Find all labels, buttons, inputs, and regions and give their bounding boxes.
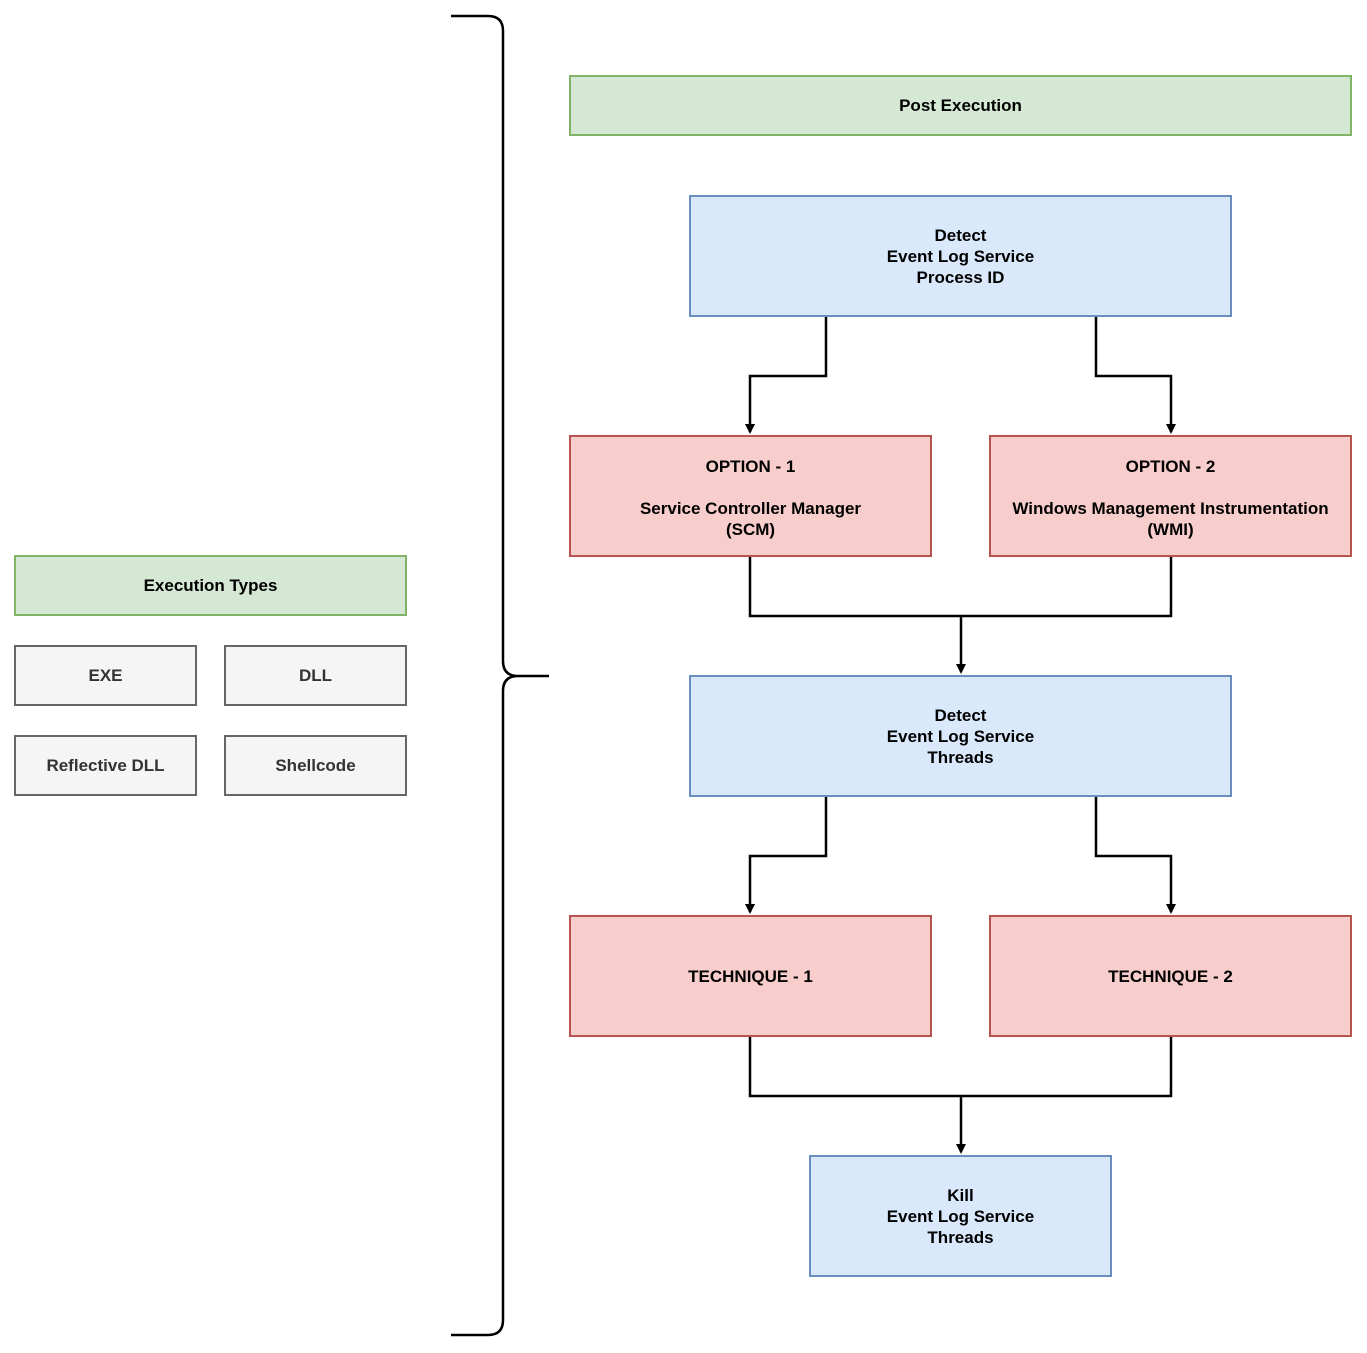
execution-types-header: Execution Types [14, 555, 407, 616]
post-execution-title: Post Execution [899, 96, 1022, 115]
technique2-label: TECHNIQUE - 2 [1108, 966, 1233, 986]
edge-option2-merge [961, 556, 1173, 618]
option2-node: OPTION - 2 Windows Management Instrument… [989, 435, 1352, 557]
execution-type-label: EXE [88, 666, 123, 685]
technique1-node: TECHNIQUE - 1 [569, 915, 932, 1037]
kill-threads-label: Kill Event Log Service Threads [886, 1185, 1035, 1247]
edge-option1-merge [748, 556, 961, 618]
execution-type-shellcode: Shellcode [224, 735, 407, 796]
edge-threads-to-technique2 [1094, 796, 1176, 914]
execution-type-reflective-dll: Reflective DLL [14, 735, 197, 796]
post-execution-header: Post Execution [569, 75, 1352, 136]
execution-type-label: Shellcode [275, 756, 356, 775]
option2-body: Windows Management Instrumentation (WMI) [1012, 499, 1329, 539]
execution-type-exe: EXE [14, 645, 197, 706]
execution-type-label: Reflective DLL [46, 756, 165, 775]
option1-title: OPTION - 1 [705, 457, 796, 476]
edge-technique1-merge [748, 1036, 961, 1098]
execution-type-dll: DLL [224, 645, 407, 706]
detect-threads-label: Detect Event Log Service Threads [886, 705, 1035, 767]
execution-type-label: DLL [298, 666, 333, 685]
technique1-label: TECHNIQUE - 1 [688, 966, 813, 986]
option2-title: OPTION - 2 [1125, 457, 1216, 476]
edge-technique2-merge [961, 1036, 1173, 1098]
detect-pid-node: Detect Event Log Service Process ID [689, 195, 1232, 317]
kill-threads-node: Kill Event Log Service Threads [809, 1155, 1112, 1277]
option1-node: OPTION - 1 Service Controller Manager (S… [569, 435, 932, 557]
technique2-node: TECHNIQUE - 2 [989, 915, 1352, 1037]
curly-brace [451, 14, 549, 1337]
execution-types-title: Execution Types [143, 576, 278, 595]
edge-pid-to-option2 [1094, 316, 1176, 434]
detect-threads-node: Detect Event Log Service Threads [689, 675, 1232, 797]
option1-body: Service Controller Manager (SCM) [639, 499, 862, 539]
edge-pid-to-option1 [745, 316, 828, 434]
edge-threads-to-technique1 [745, 796, 828, 914]
detect-pid-label: Detect Event Log Service Process ID [886, 225, 1035, 287]
